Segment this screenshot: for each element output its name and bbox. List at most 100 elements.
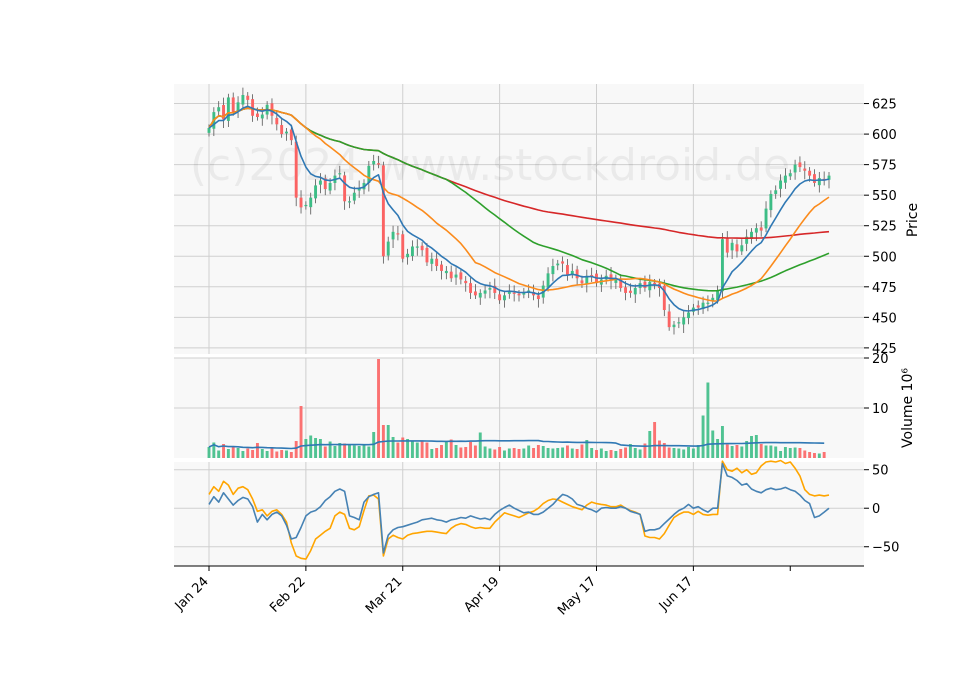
volume-bar — [309, 435, 313, 458]
candle-body — [207, 127, 211, 133]
price-tick-label: 575 — [872, 159, 897, 174]
volume-bar — [648, 431, 652, 458]
price-axis-label: Price — [905, 203, 921, 237]
candle-body — [687, 312, 690, 319]
candle-body — [575, 269, 579, 279]
candle-body — [440, 264, 443, 271]
volume-bar — [459, 447, 463, 458]
candle-body — [430, 258, 434, 264]
candle-body — [503, 295, 506, 301]
volume-bar — [454, 445, 458, 458]
volume-bar — [658, 440, 661, 458]
volume-bar — [503, 450, 506, 458]
volume-bar — [619, 449, 623, 458]
candle-body — [764, 208, 768, 229]
candle-body — [478, 292, 482, 298]
volume-bar — [285, 450, 288, 458]
volume-bar — [231, 446, 235, 458]
volume-bar — [478, 432, 482, 458]
volume-bar — [512, 448, 516, 458]
volume-bar — [226, 449, 230, 458]
candle-body — [294, 141, 298, 198]
volume-bar — [754, 435, 758, 458]
candle-body — [720, 239, 724, 292]
candle-body — [386, 241, 390, 256]
candle-body — [798, 162, 802, 168]
volume-bar — [304, 439, 308, 458]
price-panel-bg — [174, 84, 864, 354]
x-tick-label: Feb 22 — [267, 574, 309, 616]
volume-bar — [275, 451, 279, 458]
volume-bar — [391, 437, 395, 458]
candle-body — [769, 193, 773, 211]
candle-body — [464, 280, 468, 284]
candle-body — [348, 201, 351, 203]
price-tick-label: 550 — [872, 189, 897, 204]
volume-bar — [696, 445, 700, 458]
candle-body — [512, 292, 516, 294]
candle-body — [779, 180, 783, 189]
volume-bar — [265, 451, 269, 458]
candle-body — [725, 238, 729, 253]
candle-body — [643, 281, 647, 289]
volume-bar — [653, 422, 657, 458]
candle-body — [343, 175, 347, 202]
candle-body — [459, 272, 463, 280]
candle-body — [217, 107, 221, 112]
volume-bar — [798, 448, 802, 458]
volume-bar — [803, 450, 807, 458]
volume-bar — [580, 444, 584, 458]
candle-body — [754, 228, 758, 233]
candle-body — [682, 317, 686, 325]
volume-bar — [323, 446, 327, 458]
candle-body — [236, 102, 240, 111]
volume-bar — [735, 445, 739, 458]
candle-body — [391, 231, 395, 240]
volume-bar — [464, 447, 468, 458]
candle-body — [381, 165, 385, 257]
volume-bar — [599, 448, 603, 458]
volume-bar — [425, 442, 429, 458]
x-tick-label: Mar 21 — [363, 574, 406, 617]
price-tick-label: 450 — [872, 311, 897, 326]
volume-bar — [590, 448, 594, 458]
volume-bar — [624, 447, 628, 458]
candle-body — [677, 322, 681, 324]
candle-body — [255, 113, 259, 117]
volume-bar — [706, 382, 710, 458]
volume-bar — [667, 447, 671, 458]
volume-bar — [217, 450, 221, 458]
volume-bar — [348, 445, 351, 458]
volume-bar — [314, 438, 318, 458]
volume-bar — [260, 449, 264, 458]
candle-body — [338, 173, 342, 175]
volume-tick-label: 20 — [872, 352, 889, 367]
volume-bar — [396, 442, 400, 458]
volume-bar — [536, 445, 540, 458]
candle-body — [425, 247, 429, 263]
volume-bar — [498, 447, 502, 458]
price-tick-label: 600 — [872, 128, 897, 143]
candle-body — [517, 293, 521, 296]
candle-body — [275, 117, 279, 125]
volume-bar — [444, 442, 448, 458]
volume-bar — [532, 448, 535, 458]
volume-axis-label: Volume 10⁶ — [900, 368, 916, 448]
candle-body — [299, 197, 303, 208]
volume-bar — [236, 448, 240, 458]
candle-body — [793, 164, 797, 173]
volume-bar — [241, 451, 245, 458]
volume-bar — [318, 439, 322, 458]
candle-body — [396, 233, 400, 235]
volume-bar — [788, 448, 792, 458]
osc-tick-label: −50 — [872, 541, 899, 556]
volume-bar — [570, 448, 574, 458]
volume-bar — [246, 448, 250, 458]
volume-bar — [207, 447, 211, 458]
volume-bar — [565, 445, 569, 458]
candle-body — [285, 131, 288, 134]
candle-body — [628, 290, 632, 293]
volume-bar — [251, 450, 255, 458]
volume-tick-label: 10 — [872, 402, 889, 417]
candle-body — [556, 263, 560, 266]
